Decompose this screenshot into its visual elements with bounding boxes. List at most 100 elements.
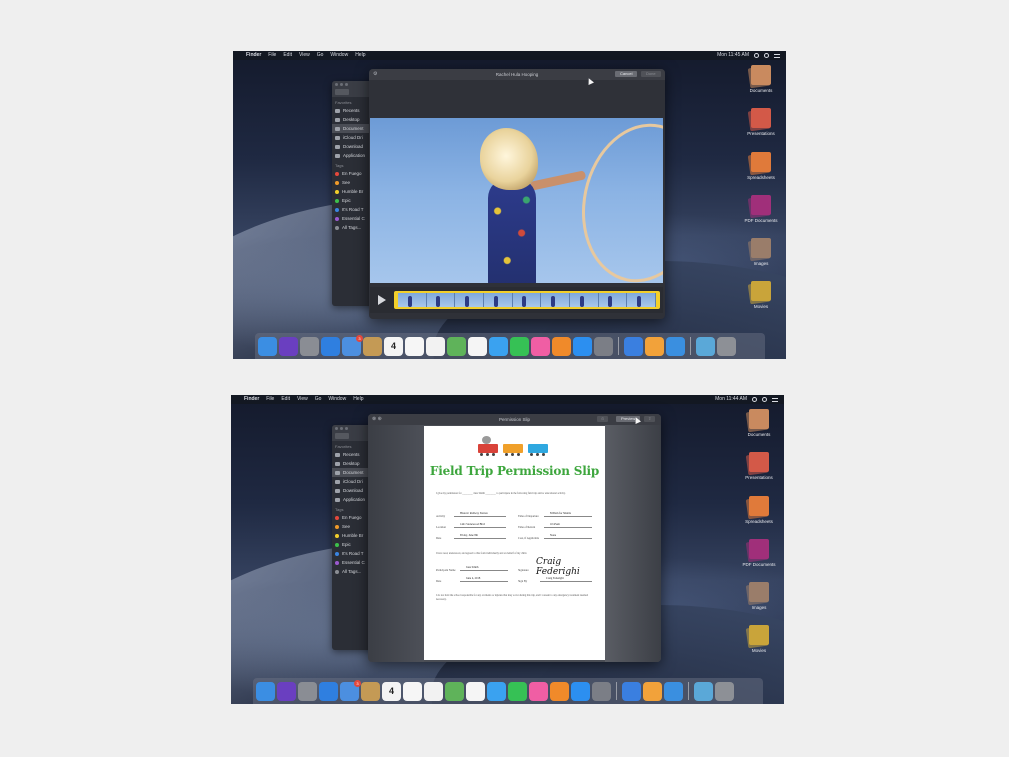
quicklook-titlebar: ⚙ Rachel Hula Hooping Cancel Done	[369, 69, 665, 80]
stack-spreadsheets[interactable]: Spreadsheets	[741, 152, 781, 180]
app-store-icon[interactable]	[571, 681, 590, 701]
menu-file[interactable]: File	[266, 395, 274, 404]
pages-icon[interactable]	[643, 681, 662, 701]
calendar-icon[interactable]: 4	[384, 336, 403, 356]
video-frame[interactable]	[370, 118, 663, 283]
reminders-icon[interactable]	[403, 681, 422, 701]
stack-documents[interactable]: Documents	[741, 65, 781, 93]
gear-icon[interactable]: ⚙	[373, 69, 377, 80]
books-icon[interactable]	[552, 336, 571, 356]
stickies-icon[interactable]	[424, 681, 443, 701]
stack-presentations[interactable]: Presentations	[741, 108, 781, 136]
mail-icon[interactable]: 3	[342, 334, 363, 356]
menu-clock[interactable]: Mon 11:45 AM	[717, 51, 749, 60]
zoom-icon[interactable]	[345, 427, 348, 430]
notification-center-icon[interactable]	[772, 397, 778, 402]
stack-images[interactable]: Images	[739, 582, 779, 610]
minimize-icon[interactable]	[340, 427, 343, 430]
footer-text: I do not hold the school responsible for…	[436, 594, 589, 601]
permission-slip-document[interactable]: Field Trip Permission Slip I give my per…	[424, 426, 605, 660]
cancel-button[interactable]: Cancel	[615, 71, 638, 77]
menu-window[interactable]: Window	[330, 51, 348, 60]
close-expand-icons[interactable]: ⊗ ⊕	[372, 414, 382, 425]
stack-documents[interactable]: Documents	[739, 409, 779, 437]
itunes-icon[interactable]	[531, 336, 550, 356]
messages-icon[interactable]	[489, 336, 508, 356]
menu-go[interactable]: Go	[315, 395, 322, 404]
photos-icon[interactable]	[466, 681, 485, 701]
spotlight-icon[interactable]	[752, 397, 757, 402]
maps-icon[interactable]	[445, 681, 464, 701]
close-icon[interactable]	[335, 427, 338, 430]
safari-icon[interactable]	[321, 336, 340, 356]
notes-icon[interactable]	[361, 681, 380, 701]
menu-view[interactable]: View	[299, 51, 310, 60]
stack-images[interactable]: Images	[741, 238, 781, 266]
app-store-icon[interactable]	[573, 336, 592, 356]
maps-icon[interactable]	[447, 336, 466, 356]
back-forward-buttons[interactable]	[335, 89, 349, 95]
stickies-icon[interactable]	[426, 336, 445, 356]
notification-center-icon[interactable]	[774, 53, 780, 58]
launchpad-icon[interactable]	[298, 681, 317, 701]
reminders-icon[interactable]	[405, 336, 424, 356]
photos-icon[interactable]	[468, 336, 487, 356]
siri-menu-icon[interactable]	[764, 53, 769, 58]
stack-movies[interactable]: Movies	[741, 281, 781, 309]
trash-icon[interactable]	[717, 336, 736, 356]
minimize-icon[interactable]	[340, 83, 343, 86]
siri-icon[interactable]	[279, 336, 298, 356]
close-icon[interactable]	[335, 83, 338, 86]
stack-movies[interactable]: Movies	[739, 625, 779, 653]
spotlight-icon[interactable]	[754, 53, 759, 58]
stack-pdf-documents[interactable]: PDF Documents	[739, 539, 779, 567]
menu-app-name[interactable]: Finder	[246, 51, 261, 60]
system-preferences-icon[interactable]	[592, 681, 611, 701]
itunes-icon[interactable]	[529, 681, 548, 701]
share-icon[interactable]: ⇧	[644, 416, 656, 422]
stack-spreadsheets[interactable]: Spreadsheets	[739, 496, 779, 524]
menu-go[interactable]: Go	[317, 51, 324, 60]
books-icon[interactable]	[550, 681, 569, 701]
facetime-icon[interactable]	[508, 681, 527, 701]
done-button[interactable]: Done	[641, 71, 661, 77]
calendar-icon[interactable]: 4	[382, 681, 401, 701]
stack-pdf-documents[interactable]: PDF Documents	[741, 195, 781, 223]
finder-icon[interactable]	[256, 681, 275, 701]
keynote-icon[interactable]	[622, 681, 641, 701]
markup-icon[interactable]: ⊙	[597, 416, 609, 422]
xcode-icon[interactable]	[666, 336, 685, 356]
notes-icon[interactable]	[363, 336, 382, 356]
menu-window[interactable]: Window	[328, 395, 346, 404]
pages-icon[interactable]	[645, 336, 664, 356]
finder-icon[interactable]	[258, 336, 277, 356]
menu-help[interactable]: Help	[355, 51, 365, 60]
trash-icon[interactable]	[715, 681, 734, 701]
xcode-icon[interactable]	[664, 681, 683, 701]
menu-app-name[interactable]: Finder	[244, 395, 259, 404]
downloads-folder-icon[interactable]	[696, 336, 715, 356]
menu-edit[interactable]: Edit	[283, 51, 292, 60]
messages-icon[interactable]	[487, 681, 506, 701]
menu-file[interactable]: File	[268, 51, 276, 60]
menu-help[interactable]: Help	[353, 395, 363, 404]
trim-filmstrip[interactable]	[394, 291, 660, 309]
downloads-folder-icon[interactable]	[694, 681, 713, 701]
menu-view[interactable]: View	[297, 395, 308, 404]
back-forward-buttons[interactable]	[335, 433, 349, 439]
stack-presentations[interactable]: Presentations	[739, 452, 779, 480]
tag-dot-icon	[335, 189, 339, 194]
safari-icon[interactable]	[319, 681, 338, 701]
system-preferences-icon[interactable]	[594, 336, 613, 356]
siri-icon[interactable]	[277, 681, 296, 701]
zoom-icon[interactable]	[345, 83, 348, 86]
play-icon[interactable]	[378, 295, 386, 305]
launchpad-icon[interactable]	[300, 336, 319, 356]
keynote-icon[interactable]	[624, 336, 643, 356]
menu-clock[interactable]: Mon 11:44 AM	[715, 395, 747, 404]
siri-menu-icon[interactable]	[762, 397, 767, 402]
menu-edit[interactable]: Edit	[281, 395, 290, 404]
stack-label: Movies	[753, 304, 769, 309]
mail-icon[interactable]: 3	[340, 679, 361, 701]
facetime-icon[interactable]	[510, 336, 529, 356]
